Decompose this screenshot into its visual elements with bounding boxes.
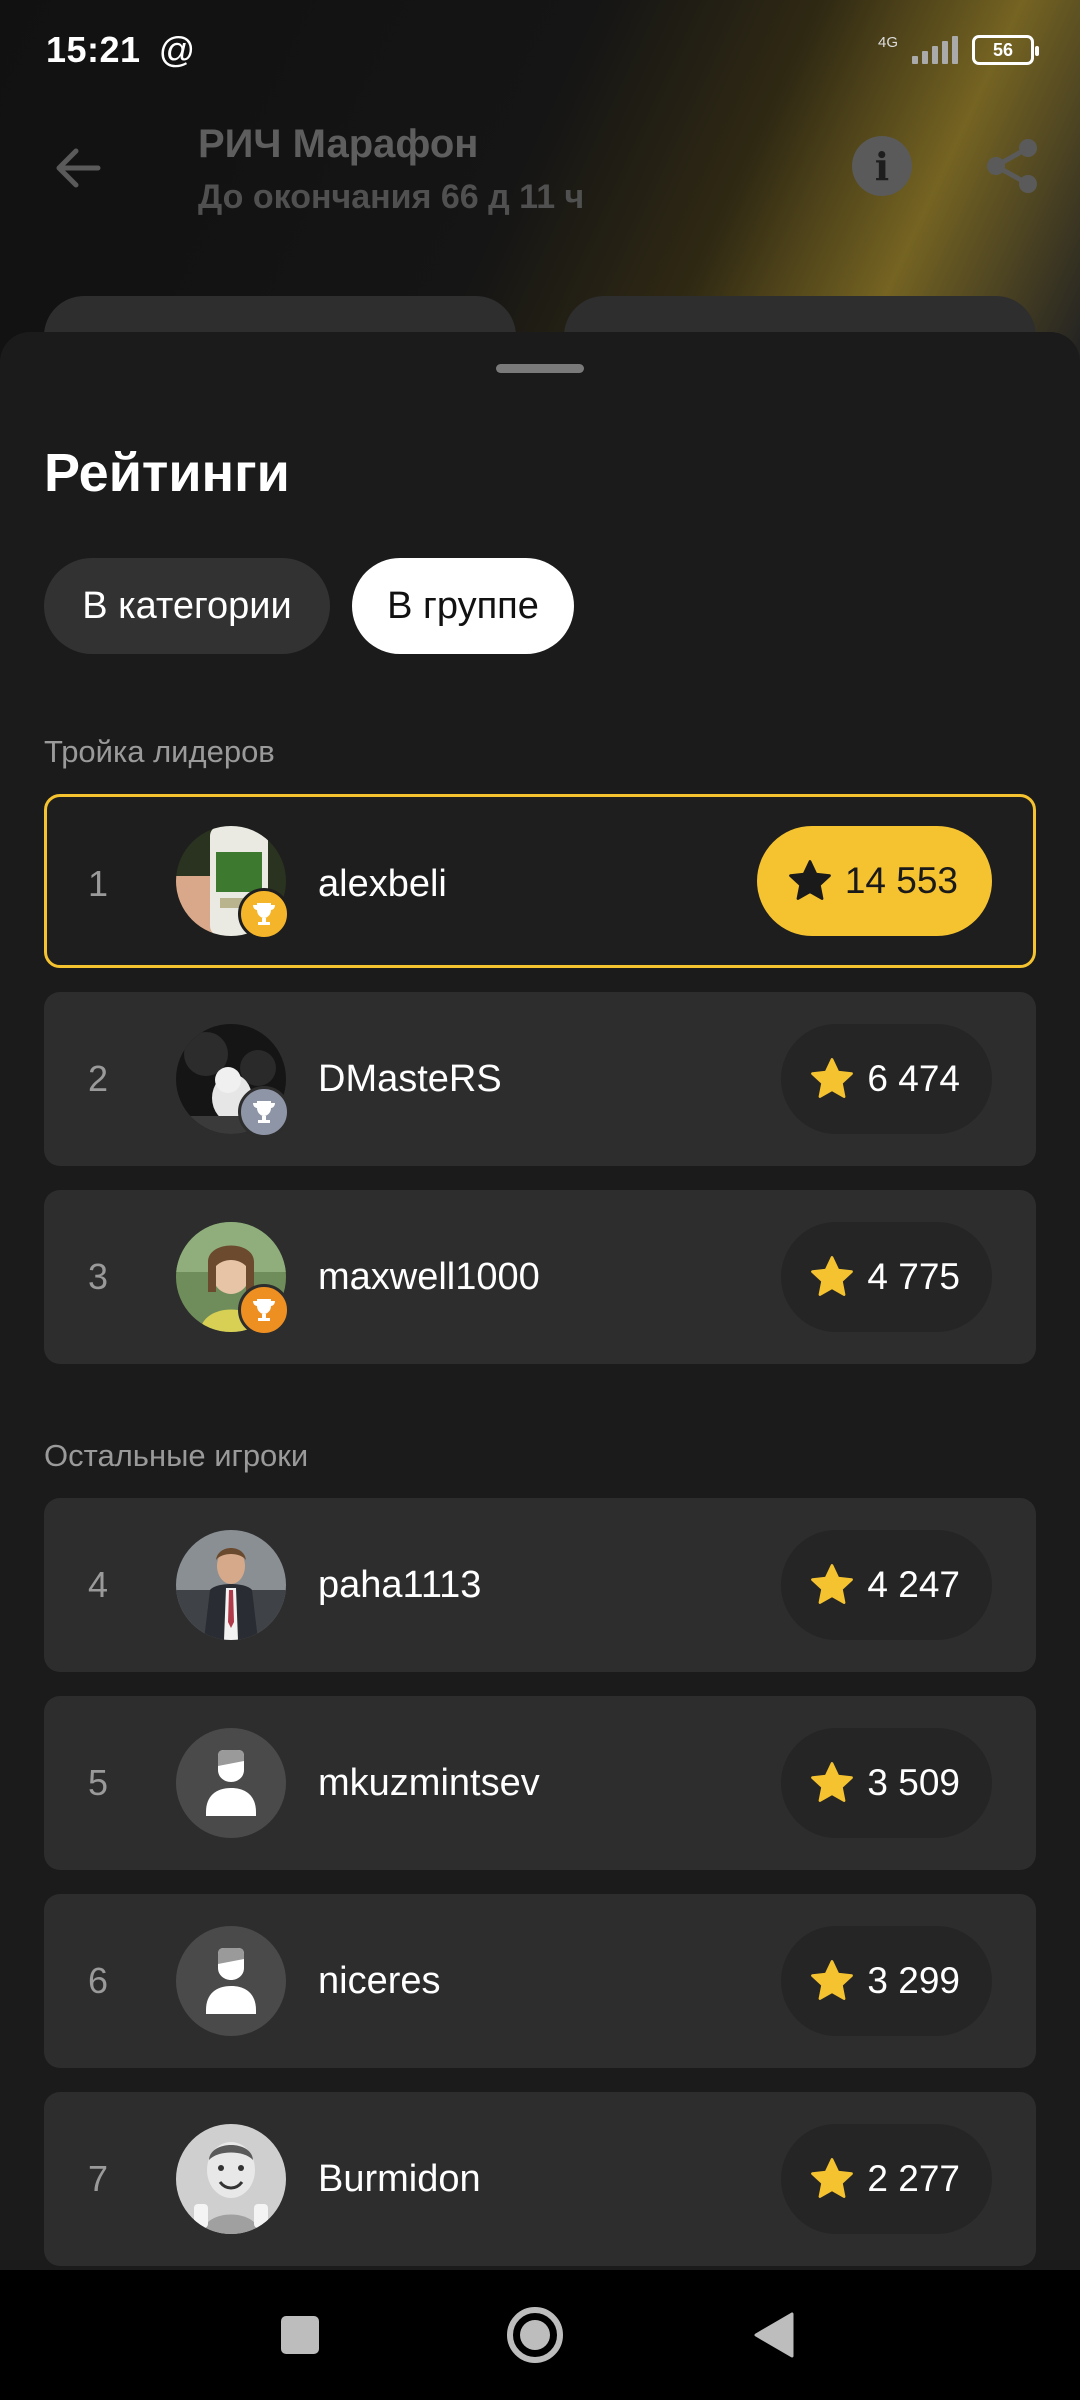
others-section-label: Остальные игроки (44, 1438, 309, 1473)
silver-trophy-icon (238, 1086, 290, 1138)
star-icon (811, 2158, 854, 2198)
avatar (176, 1530, 286, 1640)
ratings-sheet: Рейтинги В категории В группе Тройка лид… (0, 332, 1080, 2270)
status-indicators: 4G 56 (877, 33, 1039, 65)
star-icon (811, 1762, 854, 1802)
username: alexbeli (318, 862, 447, 905)
rank-number: 6 (88, 1960, 109, 2001)
player-row[interactable]: 4 paha1113 4 247 (44, 1498, 1036, 1672)
score-badge: 4 775 (781, 1222, 992, 1332)
app-title: РИЧ Марафон (198, 122, 479, 166)
leaders-section-label: Тройка лидеров (44, 734, 275, 769)
rank-number: 1 (88, 863, 109, 904)
info-icon[interactable]: i (852, 136, 912, 196)
star-icon (811, 1564, 854, 1604)
rank-number: 2 (88, 1058, 109, 1099)
arrow-left-icon[interactable] (48, 138, 108, 198)
star-icon (788, 860, 831, 900)
signal-icon (912, 36, 958, 64)
bronze-trophy-icon (238, 1284, 290, 1336)
username: Burmidon (318, 2157, 481, 2200)
star-icon (811, 1960, 854, 2000)
username: DMasteRS (318, 1057, 502, 1100)
sheet-title: Рейтинги (44, 443, 290, 503)
score-value: 4 247 (867, 1564, 960, 1605)
app-bar: РИЧ Марафон До окончания 66 д 11 ч i (0, 110, 1080, 220)
square-recents-icon[interactable] (270, 2305, 330, 2365)
system-nav-bar (0, 2270, 1080, 2400)
score-value: 2 277 (867, 2158, 960, 2199)
score-value: 14 553 (844, 860, 958, 901)
circle-home-icon[interactable] (505, 2305, 565, 2365)
gold-trophy-icon (238, 888, 290, 940)
score-value: 6 474 (867, 1058, 960, 1099)
player-row[interactable]: 5 mkuzmintsev 3 509 (44, 1696, 1036, 1870)
player-row[interactable]: 7 Burmidon 2 277 (44, 2092, 1036, 2266)
rank-number: 3 (88, 1256, 109, 1297)
score-value: 3 299 (867, 1960, 960, 2001)
background-app: 15:21 @ 4G 56 РИЧ Марафон До окончания 6… (0, 0, 1080, 376)
username: niceres (318, 1959, 441, 2002)
score-badge: 3 299 (781, 1926, 992, 2036)
score-badge: 6 474 (781, 1024, 992, 1134)
network-type: 4G (877, 33, 898, 51)
avatar (176, 2124, 286, 2234)
score-value: 4 775 (867, 1256, 960, 1297)
app-subtitle: До окончания 66 д 11 ч (198, 178, 585, 216)
sheet-drag-handle[interactable] (496, 364, 584, 373)
score-badge: 2 277 (781, 2124, 992, 2234)
username: paha1113 (318, 1563, 482, 1606)
rank-number: 4 (88, 1564, 109, 1605)
at-icon: @ (158, 29, 196, 70)
player-row[interactable]: 6 niceres 3 299 (44, 1894, 1036, 2068)
status-time: 15:21 (46, 29, 141, 70)
battery-icon: 56 (972, 35, 1039, 65)
username: mkuzmintsev (318, 1761, 540, 1804)
default-user-icon (176, 1926, 286, 2036)
star-icon (811, 1058, 854, 1098)
username: maxwell1000 (318, 1255, 540, 1298)
triangle-back-icon[interactable] (744, 2305, 804, 2365)
share-icon[interactable] (982, 136, 1042, 196)
leader-row[interactable]: 3 maxwell1000 4 775 (44, 1190, 1036, 1364)
leader-row[interactable]: 1 alexbeli 14 553 (44, 794, 1036, 968)
score-badge: 4 247 (781, 1530, 992, 1640)
star-icon (811, 1256, 854, 1296)
default-user-icon (176, 1728, 286, 1838)
score-badge: 3 509 (781, 1728, 992, 1838)
rank-number: 7 (88, 2158, 109, 2199)
status-bar: 15:21 @ 4G 56 (0, 0, 1080, 100)
tab-group[interactable]: В группе (352, 558, 574, 654)
battery-level: 56 (992, 39, 1014, 60)
score-badge: 14 553 (756, 826, 992, 936)
leader-row[interactable]: 2 DMasteRS 6 474 (44, 992, 1036, 1166)
tab-category[interactable]: В категории (44, 558, 330, 654)
score-value: 3 509 (867, 1762, 960, 1803)
rank-number: 5 (88, 1762, 109, 1803)
